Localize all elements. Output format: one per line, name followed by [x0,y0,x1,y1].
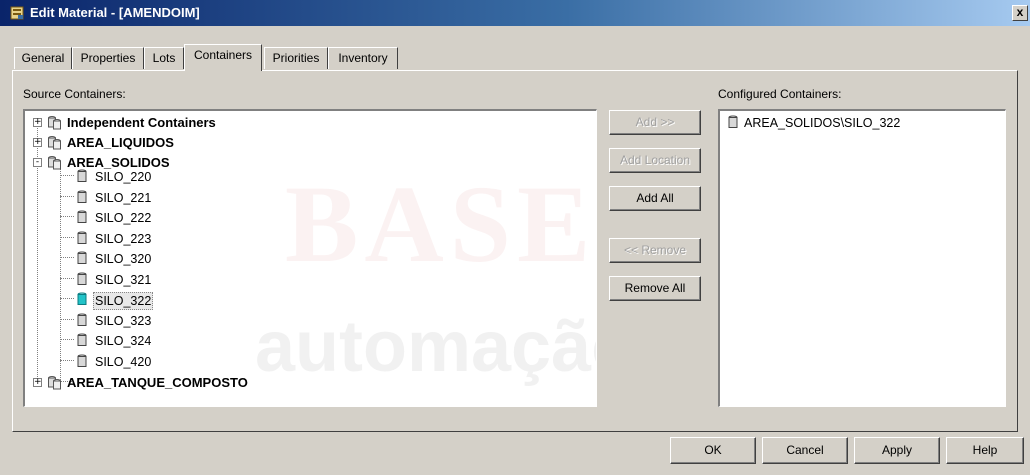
tab-lots[interactable]: Lots [144,47,184,69]
help-button[interactable]: Help [946,437,1024,464]
silo-icon [77,169,87,182]
source-containers-label: Source Containers: [23,87,126,101]
remove-all-button[interactable]: Remove All [609,276,701,301]
ok-button[interactable]: OK [670,437,756,464]
silo-label: SILO_221 [95,191,152,205]
configured-containers-label: Configured Containers: [718,87,842,101]
add-all-button[interactable]: Add All [609,186,701,211]
silo-label: SILO_223 [95,232,152,246]
watermark-text-base: BASE [285,163,597,285]
silo-icon [77,272,87,285]
window-title: Edit Material - [AMENDOIM] [30,5,200,20]
container-group-icon [48,376,61,390]
add-button[interactable]: Add >> [609,110,701,135]
silo-label: SILO_320 [95,252,152,266]
silo-icon [77,333,87,346]
tree-leaf-silo-223[interactable]: SILO_223 [25,229,225,249]
silo-label: SILO_324 [95,334,152,348]
collapse-minus-icon[interactable]: - [33,158,42,167]
silo-selected-icon [77,292,87,305]
silo-icon [77,251,87,264]
tree-leaf-silo-324[interactable]: SILO_324 [25,331,225,351]
expand-plus-icon[interactable]: + [33,118,42,127]
tree-node-area-liquidos[interactable]: + AREA_LIQUIDOS [25,133,355,153]
tab-properties[interactable]: Properties [72,47,144,69]
silo-label: SILO_222 [95,211,152,225]
source-containers-tree[interactable]: BASE automação + [23,109,597,407]
configured-item[interactable]: AREA_SOLIDOS\SILO_322 [720,113,990,133]
silo-icon [728,115,738,128]
tree-leaf-silo-320[interactable]: SILO_320 [25,249,225,269]
tree-leaf-silo-323[interactable]: SILO_323 [25,311,225,331]
tree-node-label: Independent Containers [67,115,216,130]
expand-plus-icon[interactable]: + [33,378,42,387]
expand-plus-icon[interactable]: + [33,138,42,147]
silo-label: SILO_323 [95,314,152,328]
tab-priorities[interactable]: Priorities [264,47,328,69]
add-location-button[interactable]: Add Location [609,148,701,173]
tree-leaf-silo-420[interactable]: SILO_420 [25,352,225,372]
material-app-icon [10,6,24,20]
tree-leaf-silo-222[interactable]: SILO_222 [25,208,225,228]
configured-item-label: AREA_SOLIDOS\SILO_322 [744,116,901,130]
silo-icon [77,313,87,326]
configured-containers-list[interactable]: AREA_SOLIDOS\SILO_322 [718,109,1006,407]
silo-label: SILO_321 [95,273,152,287]
silo-icon [77,354,87,367]
container-group-icon [48,136,61,150]
tree-node-independent-containers[interactable]: + Independent Containers [25,113,355,133]
tab-general[interactable]: General [14,47,72,69]
tree-leaf-silo-322[interactable]: SILO_322 [25,290,225,310]
container-group-icon [48,116,61,130]
cancel-button[interactable]: Cancel [762,437,848,464]
tree-node-area-tanque-composto[interactable]: + AREA_TANQUE_COMPOSTO [25,373,355,393]
silo-icon [77,190,87,203]
remove-button[interactable]: << Remove [609,238,701,263]
close-button[interactable]: x [1012,5,1028,21]
tab-inventory[interactable]: Inventory [328,47,398,69]
title-bar[interactable]: Edit Material - [AMENDOIM] x [0,0,1030,26]
apply-button[interactable]: Apply [854,437,940,464]
tree-node-label: AREA_TANQUE_COMPOSTO [67,375,248,390]
tab-containers[interactable]: Containers [184,44,262,71]
tree-leaf-silo-321[interactable]: SILO_321 [25,270,225,290]
silo-label: SILO_220 [95,170,152,184]
tree-leaf-silo-220[interactable]: SILO_220 [25,167,225,187]
containers-tab-panel: Source Containers: BASE automação + [12,70,1018,432]
tree-node-label: AREA_LIQUIDOS [67,135,174,150]
silo-icon [77,231,87,244]
tree-leaf-silo-221[interactable]: SILO_221 [25,188,225,208]
silo-label: SILO_420 [95,355,152,369]
edit-material-dialog: Edit Material - [AMENDOIM] x General Pro… [0,0,1030,475]
silo-label-selected: SILO_322 [93,292,154,310]
silo-icon [77,210,87,223]
